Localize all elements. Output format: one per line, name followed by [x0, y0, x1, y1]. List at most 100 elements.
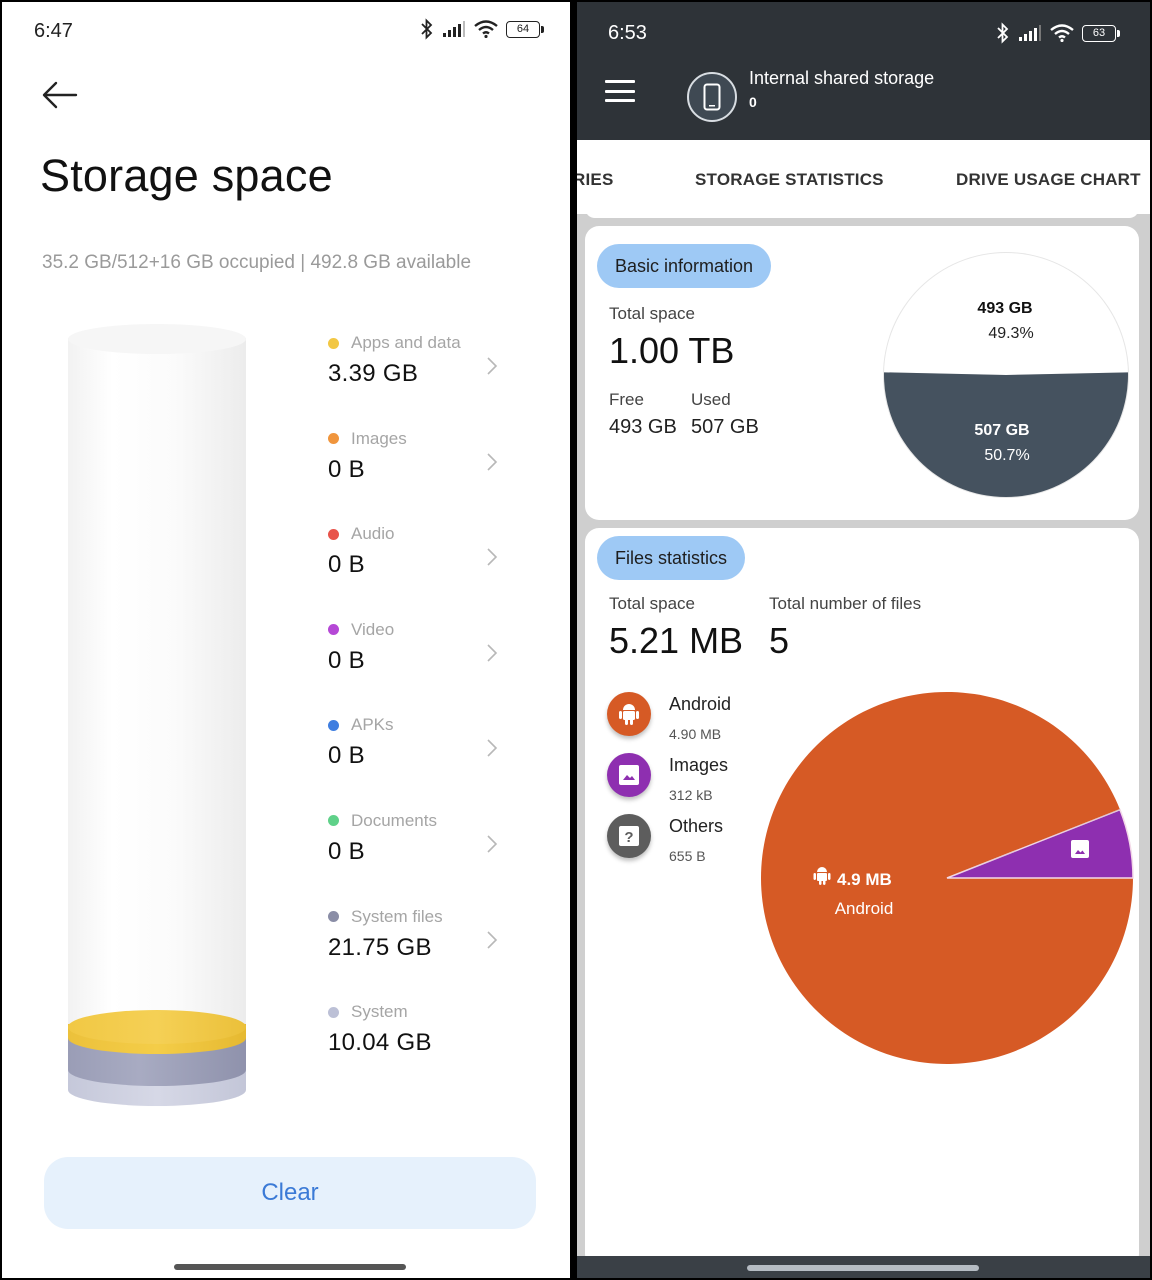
legend-name: Images: [669, 755, 729, 775]
category-value: 21.75 GB: [328, 933, 432, 961]
category-item-audio[interactable]: Audio 0 B: [328, 523, 508, 619]
tab-drive-usage-chart[interactable]: DRIVE USAGE CHART: [956, 170, 1141, 190]
storage-summary: 35.2 GB/512+16 GB occupied | 492.8 GB av…: [42, 252, 472, 273]
color-dot: [328, 624, 339, 636]
status-time: 6:53: [608, 22, 647, 44]
legend-size: 312 kB: [669, 787, 713, 803]
category-label: Video: [351, 619, 395, 639]
color-dot: [328, 911, 339, 923]
basic-usage-pie-chart: 493 GB 49.3% 507 GB 50.7%: [883, 252, 1129, 498]
category-list: Apps and data 3.39 GB Images 0 B Audio 0…: [328, 332, 508, 1097]
category-label: Apps and data: [351, 333, 461, 352]
pie-image-icon: [1071, 840, 1089, 858]
total-space-label: Total space: [609, 304, 695, 323]
category-item-apps-and-data[interactable]: Apps and data 3.39 GB: [328, 332, 508, 428]
pie-label-used-percent: 50.7%: [984, 447, 1029, 464]
category-value: 3.39 GB: [328, 360, 419, 387]
category-label: Audio: [351, 524, 395, 544]
image-icon: [619, 765, 639, 785]
files-statistics-badge: Files statistics: [597, 536, 746, 580]
file-count-value: 5: [769, 620, 790, 661]
free-label: Free: [609, 390, 644, 409]
drive-title: Internal shared storage: [749, 68, 935, 88]
battery-icon: 64: [506, 20, 544, 38]
chevron-right-icon: [487, 453, 498, 471]
drive-subtitle: 0: [749, 94, 757, 110]
battery-icon: 63: [1082, 24, 1120, 42]
legend-size: 4.90 MB: [669, 726, 722, 742]
total-space-value: 1.00 TB: [609, 330, 735, 371]
color-dot: [328, 433, 339, 445]
battery-level: 63: [1082, 24, 1116, 42]
legend-icon-images: [607, 753, 651, 797]
pie-label-free-value: 493 GB: [977, 300, 1032, 317]
page-title: Storage space: [40, 150, 333, 201]
bluetooth-icon: [997, 22, 1009, 44]
chevron-right-icon: [487, 739, 498, 757]
signal-icon: [443, 21, 465, 37]
category-item-apks[interactable]: APKs 0 B: [328, 714, 508, 810]
status-icons: 63: [996, 22, 1120, 44]
category-value: 0 B: [328, 551, 365, 579]
color-dot: [328, 337, 339, 349]
color-dot: [328, 815, 339, 827]
category-value: 0 B: [328, 455, 365, 483]
wifi-icon: [474, 20, 498, 38]
category-value: 0 B: [328, 646, 365, 674]
chevron-right-icon: [487, 835, 498, 853]
free-value: 493 GB: [609, 416, 677, 438]
menu-button[interactable]: [605, 80, 635, 102]
files-pie-chart: 4.9 MB Android: [761, 692, 1134, 1064]
legend-name: Android: [669, 694, 732, 714]
category-item-system-files[interactable]: System files 21.75 GB: [328, 906, 508, 1002]
drive-selector[interactable]: [687, 72, 737, 122]
color-dot: [328, 1006, 339, 1018]
pie-label-android-name: Android: [835, 899, 894, 918]
status-bar: 6:47 64: [2, 2, 570, 60]
category-item-images[interactable]: Images 0 B: [328, 428, 508, 524]
pie-label-android-value: 4.9 MB: [837, 870, 892, 889]
category-value: 10.04 GB: [328, 1029, 432, 1057]
back-button[interactable]: [40, 78, 80, 112]
category-label: System files: [351, 906, 443, 926]
basic-information-badge: Basic information: [597, 244, 772, 288]
legend-icon-android: [607, 692, 651, 736]
legend-icon-others: ?: [607, 814, 651, 858]
cylinder-top: [68, 324, 246, 354]
category-value: 0 B: [328, 742, 365, 770]
clear-button[interactable]: Clear: [44, 1157, 536, 1229]
used-label: Used: [691, 390, 731, 409]
arrow-left-icon: [42, 81, 78, 109]
status-icons: 64: [420, 18, 544, 40]
signal-icon: [1019, 25, 1041, 41]
category-item-system: System 10.04 GB: [328, 1001, 508, 1097]
app-header: 6:53 63 Internal shared storage 0: [577, 2, 1150, 140]
category-label: APKs: [351, 715, 394, 735]
tab-bar: RIES STORAGE STATISTICS DRIVE USAGE CHAR…: [577, 140, 1150, 214]
category-label: Images: [351, 428, 407, 448]
files-total-space-label: Total space: [609, 594, 695, 613]
home-indicator[interactable]: [174, 1264, 406, 1270]
chevron-right-icon: [487, 930, 498, 949]
category-item-video[interactable]: Video 0 B: [328, 619, 508, 715]
smartphone-icon: [703, 83, 721, 111]
file-count-label: Total number of files: [769, 594, 922, 613]
question-icon: ?: [619, 826, 639, 846]
cylinder-free-space: [68, 338, 246, 1078]
legend-size: 655 B: [669, 848, 706, 864]
category-label: Documents: [351, 810, 437, 830]
previous-card-edge: [585, 208, 1139, 218]
wifi-icon: [1050, 24, 1074, 42]
files-statistics-card: Files statistics Total space 5.21 MB Tot…: [585, 528, 1139, 1268]
basic-information-card: Basic information Total space 1.00 TB Fr…: [585, 226, 1139, 520]
right-screen-storage-statistics: 6:53 63 Internal shared storage 0 RIES S…: [577, 2, 1150, 1278]
home-indicator[interactable]: [747, 1265, 979, 1271]
tab-storage-statistics[interactable]: STORAGE STATISTICS: [695, 170, 884, 190]
svg-text:?: ?: [624, 829, 633, 846]
tab-categories[interactable]: RIES: [577, 170, 613, 190]
left-screen-storage-space: 6:47 64 Storage space 35.2 GB/512+16 GB …: [2, 2, 570, 1278]
category-item-documents[interactable]: Documents 0 B: [328, 810, 508, 906]
color-dot: [328, 528, 339, 540]
chevron-right-icon: [487, 357, 498, 375]
battery-level: 64: [506, 20, 540, 38]
